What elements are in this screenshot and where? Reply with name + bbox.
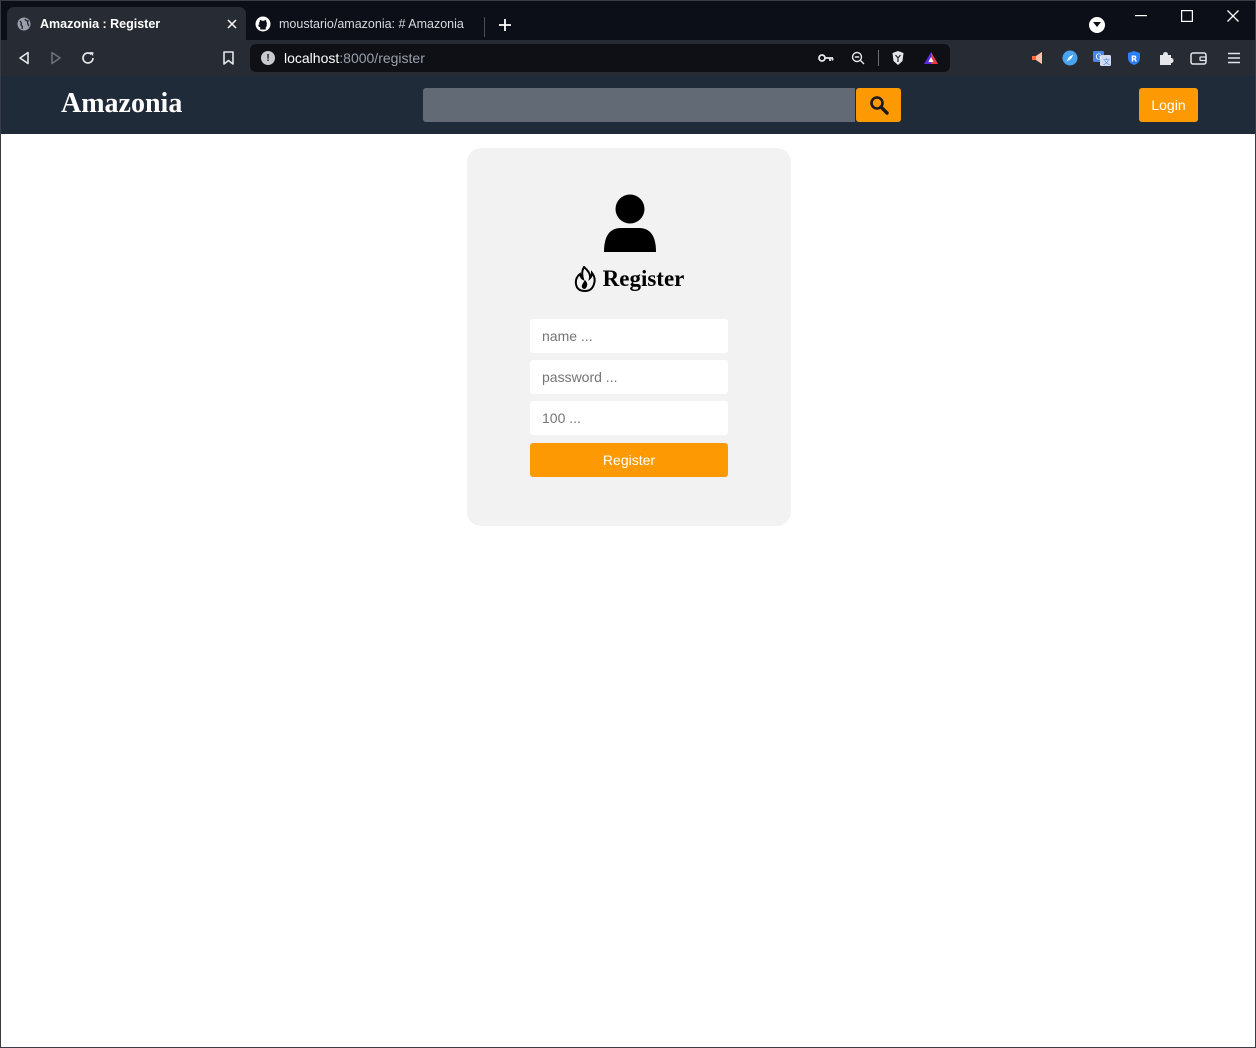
user-avatar-icon — [603, 194, 657, 254]
tab-search-dropdown-icon[interactable] — [1089, 17, 1105, 33]
site-logo[interactable]: Amazonia — [61, 88, 182, 120]
key-icon[interactable] — [818, 50, 834, 66]
tab-title: Amazonia : Register — [40, 17, 161, 31]
close-icon[interactable] — [224, 16, 240, 32]
compass-extension-icon[interactable] — [1060, 48, 1080, 68]
speaker-extension-icon[interactable] — [1028, 48, 1048, 68]
back-arrow-icon[interactable] — [14, 48, 34, 68]
site-header: Amazonia Login — [0, 76, 1256, 134]
tab-amazonia-register[interactable]: Amazonia : Register — [7, 7, 246, 41]
browser-toolbar: ! localhost:8000/register G文 R — [0, 40, 1256, 76]
forward-arrow-icon[interactable] — [46, 48, 66, 68]
tab-github-amazonia[interactable]: moustario/amazonia: # Amazonia — [246, 7, 484, 41]
translate-extension-icon[interactable]: G文 — [1092, 48, 1112, 68]
new-tab-plus-icon[interactable] — [495, 15, 515, 35]
register-heading: Register — [467, 266, 791, 292]
url-divider — [878, 50, 879, 66]
amount-input[interactable] — [530, 401, 728, 435]
brave-shield-icon[interactable] — [890, 50, 906, 66]
register-title: Register — [602, 266, 685, 291]
search-icon — [869, 95, 889, 115]
url-path: :8000/register — [339, 50, 425, 66]
register-submit-button[interactable]: Register — [530, 443, 728, 477]
name-input[interactable] — [530, 319, 728, 353]
login-button[interactable]: Login — [1139, 88, 1198, 122]
shield-extension-icon[interactable]: R — [1124, 48, 1144, 68]
svg-text:R: R — [1131, 55, 1137, 64]
bookmark-icon[interactable] — [218, 48, 238, 68]
hamburger-menu-icon[interactable] — [1224, 48, 1244, 68]
wallet-icon[interactable] — [1189, 48, 1209, 68]
page-content: Register Register — [0, 134, 1256, 1048]
extensions-puzzle-icon[interactable] — [1156, 48, 1176, 68]
browser-tab-strip: Amazonia : Register moustario/amazonia: … — [0, 0, 1256, 41]
url-host: localhost — [284, 50, 340, 66]
svg-text:文: 文 — [1103, 57, 1110, 66]
globe-icon — [16, 16, 32, 32]
tab-divider — [484, 17, 485, 37]
password-input[interactable] — [530, 360, 728, 394]
zoom-out-icon[interactable] — [850, 50, 866, 66]
fire-icon — [574, 266, 596, 292]
site-info-icon[interactable]: ! — [261, 51, 275, 65]
brave-rewards-triangle-icon[interactable] — [923, 50, 939, 66]
reload-icon[interactable] — [78, 48, 98, 68]
github-icon — [255, 16, 271, 32]
tab-title: moustario/amazonia: # Amazonia — [279, 17, 464, 31]
minimize-icon[interactable] — [1126, 5, 1156, 27]
register-card: Register Register — [467, 148, 791, 526]
window-close-icon[interactable] — [1218, 5, 1248, 27]
search-button[interactable] — [856, 88, 901, 122]
address-bar[interactable]: ! localhost:8000/register — [250, 44, 950, 72]
maximize-icon[interactable] — [1172, 5, 1202, 27]
search-input[interactable] — [423, 88, 855, 122]
svg-text:G: G — [1096, 53, 1102, 62]
